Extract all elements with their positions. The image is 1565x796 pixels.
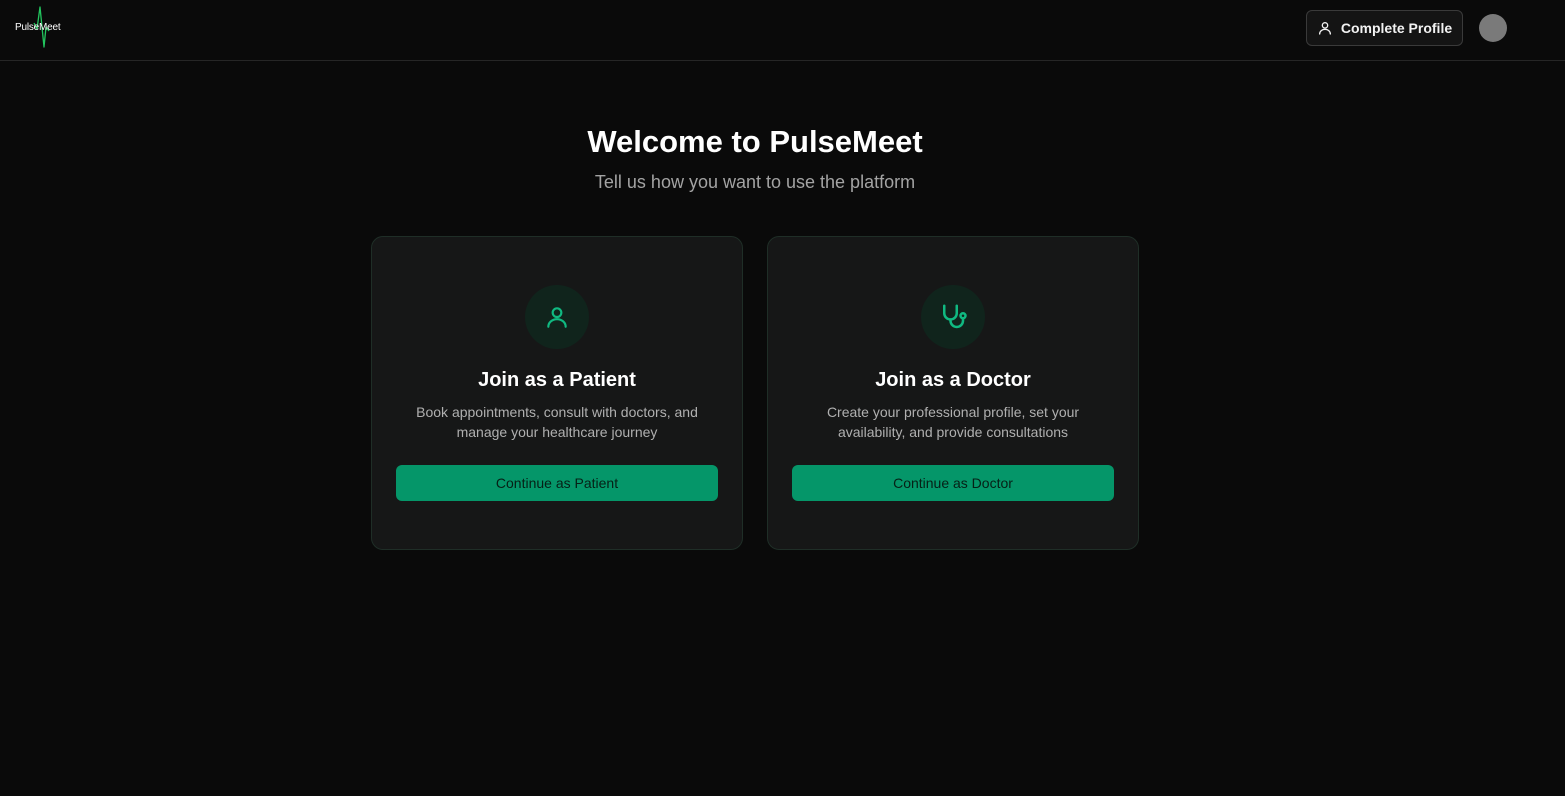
stethoscope-icon — [943, 304, 967, 329]
avatar[interactable] — [1479, 14, 1507, 42]
continue-as-patient-button[interactable]: Continue as Patient — [396, 465, 718, 501]
logo-text: PulseMeet — [15, 22, 61, 33]
patient-icon-badge — [525, 285, 589, 349]
doctor-card[interactable]: Join as a Doctor Create your professiona… — [767, 236, 1139, 550]
doctor-card-description: Create your professional profile, set yo… — [826, 404, 1080, 440]
continue-as-doctor-button[interactable]: Continue as Doctor — [792, 465, 1114, 501]
top-navigation-bar: PulseMeet Complete Profile — [0, 0, 1565, 61]
patient-card-title: Join as a Patient — [478, 369, 636, 391]
patient-card-description: Book appointments, consult with doctors,… — [416, 404, 698, 440]
complete-profile-button[interactable]: Complete Profile — [1306, 10, 1463, 46]
pulsemeet-logo[interactable]: PulseMeet — [12, 5, 68, 49]
doctor-icon-badge — [921, 285, 985, 349]
user-icon — [547, 307, 567, 328]
patient-card[interactable]: Join as a Patient Book appointments, con… — [371, 236, 743, 550]
complete-profile-label: Complete Profile — [1340, 20, 1453, 36]
page-title: Welcome to PulseMeet — [587, 124, 923, 159]
user-icon — [1318, 22, 1331, 35]
page-subtitle: Tell us how you want to use the platform — [594, 172, 916, 192]
doctor-card-title: Join as a Doctor — [875, 369, 1031, 391]
